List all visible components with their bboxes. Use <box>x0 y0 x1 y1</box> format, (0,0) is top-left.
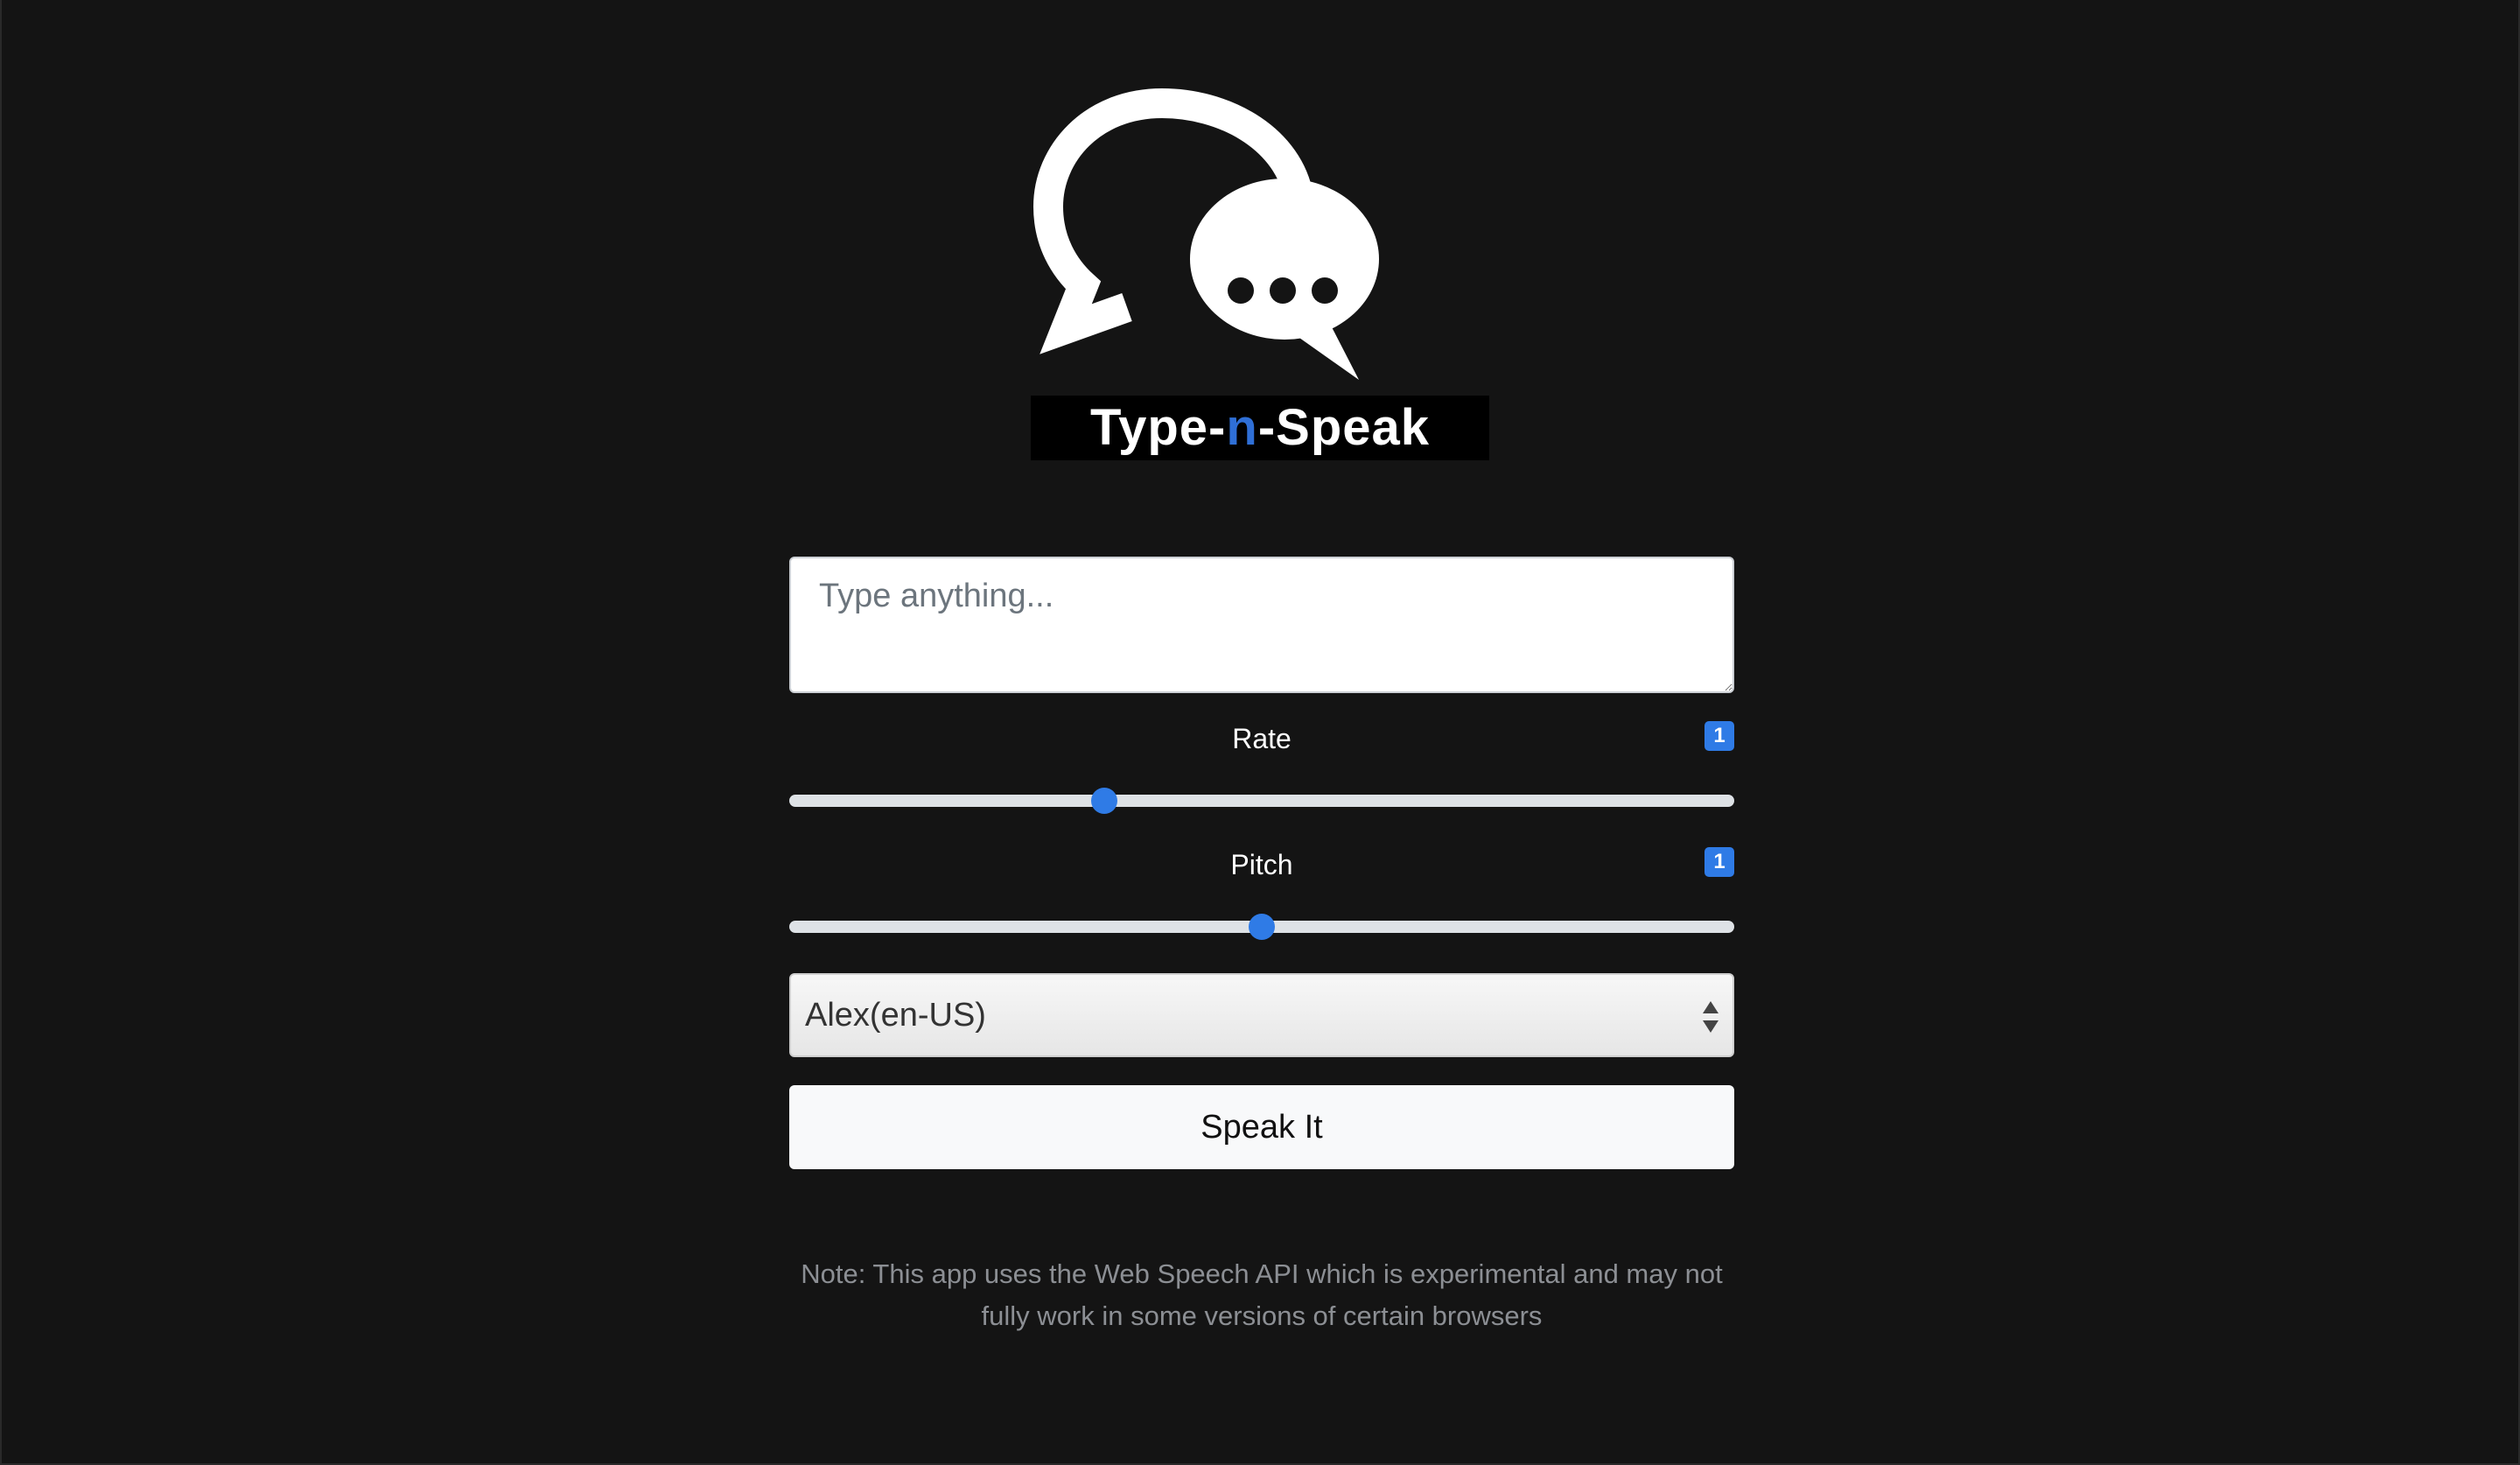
app-page: Type-n-Speak Rate 1 Pitch 1 Alex(en-US) … <box>0 0 2520 1465</box>
voice-select[interactable]: Alex(en-US) <box>789 973 1734 1057</box>
app-title-accent: n <box>1226 399 1258 456</box>
app-title-part: Type- <box>1089 399 1227 456</box>
chat-bubbles-icon <box>1032 88 1379 380</box>
pitch-slider[interactable] <box>789 914 1734 940</box>
select-arrows-icon <box>1703 1001 1718 1033</box>
app-logo: Type-n-Speak <box>1031 84 1489 460</box>
speak-button[interactable]: Speak It <box>789 1085 1734 1169</box>
app-title: Type-n-Speak <box>1031 396 1489 460</box>
rate-slider[interactable] <box>789 788 1734 814</box>
rate-slider-thumb[interactable] <box>1091 788 1117 814</box>
app-title-part: -Speak <box>1257 399 1431 456</box>
rate-label: Rate <box>1232 723 1292 754</box>
pitch-label: Pitch <box>1230 849 1293 880</box>
speech-form: Rate 1 Pitch 1 Alex(en-US) Speak It Note… <box>789 557 1734 1331</box>
text-input[interactable] <box>789 557 1734 693</box>
voice-select-value: Alex(en-US) <box>805 997 986 1034</box>
browser-note: Note: This app uses the Web Speech API w… <box>801 1258 1723 1331</box>
pitch-slider-thumb[interactable] <box>1249 914 1275 940</box>
rate-value-badge: 1 <box>1704 721 1734 751</box>
pitch-value-badge: 1 <box>1704 847 1734 877</box>
